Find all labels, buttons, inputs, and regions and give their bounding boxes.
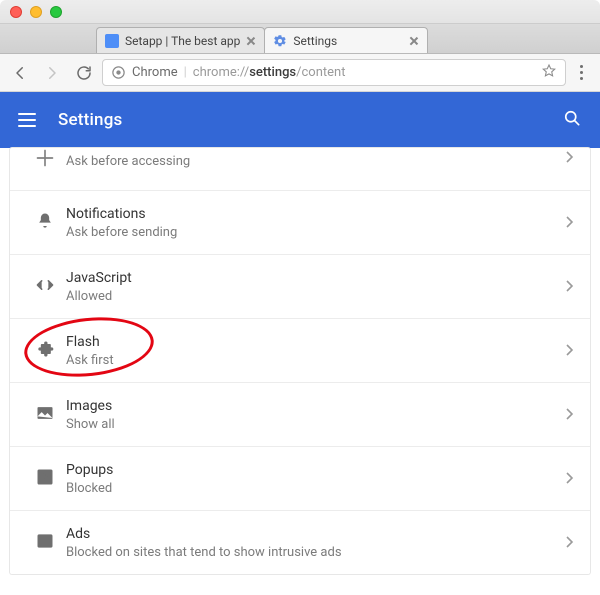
image-icon <box>35 403 55 427</box>
tab-settings[interactable]: Settings <box>264 27 428 53</box>
chevron-right-icon <box>566 213 574 232</box>
macos-titlebar <box>0 0 600 24</box>
window-maximize-button[interactable] <box>50 6 62 18</box>
row-title: Popups <box>66 462 566 478</box>
settings-row-popups[interactable]: Popups Blocked <box>10 446 590 510</box>
chevron-right-icon <box>566 469 574 488</box>
settings-row-javascript[interactable]: JavaScript Allowed <box>10 254 590 318</box>
row-subtitle: Blocked <box>66 481 566 496</box>
popup-icon <box>35 467 55 491</box>
row-subtitle: Ask before sending <box>66 225 566 240</box>
ad-icon <box>35 531 55 555</box>
chevron-right-icon <box>566 277 574 296</box>
row-subtitle: Blocked on sites that tend to show intru… <box>66 545 566 560</box>
chevron-right-icon <box>566 405 574 424</box>
reload-button[interactable] <box>70 59 98 87</box>
row-subtitle: Ask first <box>66 353 566 368</box>
location-icon <box>35 148 55 172</box>
tab-close-icon[interactable] <box>246 36 256 46</box>
chevron-right-icon <box>566 533 574 552</box>
code-icon <box>35 275 55 299</box>
browser-toolbar: Chrome | chrome://settings/content <box>0 54 600 92</box>
settings-title: Settings <box>58 110 123 130</box>
search-icon[interactable] <box>562 108 582 132</box>
settings-favicon <box>273 34 287 48</box>
bell-icon <box>35 211 55 235</box>
window-minimize-button[interactable] <box>30 6 42 18</box>
window-close-button[interactable] <box>10 6 22 18</box>
content-settings-list: Ask before accessing Notifications Ask b… <box>10 148 590 574</box>
row-subtitle: Show all <box>66 417 566 432</box>
tab-bar: Setapp | The best app Settings <box>0 24 600 54</box>
back-button[interactable] <box>6 59 34 87</box>
url-display: chrome://settings/content <box>193 65 346 80</box>
settings-row-flash[interactable]: Flash Ask first <box>10 318 590 382</box>
tab-setapp[interactable]: Setapp | The best app <box>96 27 265 53</box>
setapp-favicon <box>105 34 119 48</box>
row-title: Images <box>66 398 566 414</box>
settings-header: Settings <box>0 92 600 148</box>
settings-row-images[interactable]: Images Show all <box>10 382 590 446</box>
puzzle-icon <box>35 339 55 363</box>
chrome-scheme-badge: Chrome <box>111 65 178 80</box>
row-title: JavaScript <box>66 270 566 286</box>
menu-icon[interactable] <box>18 113 36 127</box>
browser-menu-button[interactable] <box>570 61 592 84</box>
settings-row-notifications[interactable]: Notifications Ask before sending <box>10 190 590 254</box>
row-title: Notifications <box>66 206 566 222</box>
chevron-right-icon <box>566 148 574 167</box>
settings-row-ads[interactable]: Ads Blocked on sites that tend to show i… <box>10 510 590 574</box>
row-title: Ads <box>66 526 566 542</box>
row-subtitle: Allowed <box>66 289 566 304</box>
tab-close-icon[interactable] <box>409 36 419 46</box>
chevron-right-icon <box>566 341 574 360</box>
tab-title: Settings <box>293 34 403 48</box>
row-subtitle: Ask before accessing <box>66 154 566 169</box>
tab-title: Setapp | The best app <box>125 34 240 48</box>
address-bar[interactable]: Chrome | chrome://settings/content <box>102 59 566 86</box>
settings-row-location[interactable]: Ask before accessing <box>10 148 590 190</box>
scheme-label: Chrome <box>132 65 178 80</box>
bookmark-star-icon[interactable] <box>541 63 557 83</box>
row-title: Flash <box>66 334 566 350</box>
forward-button[interactable] <box>38 59 66 87</box>
